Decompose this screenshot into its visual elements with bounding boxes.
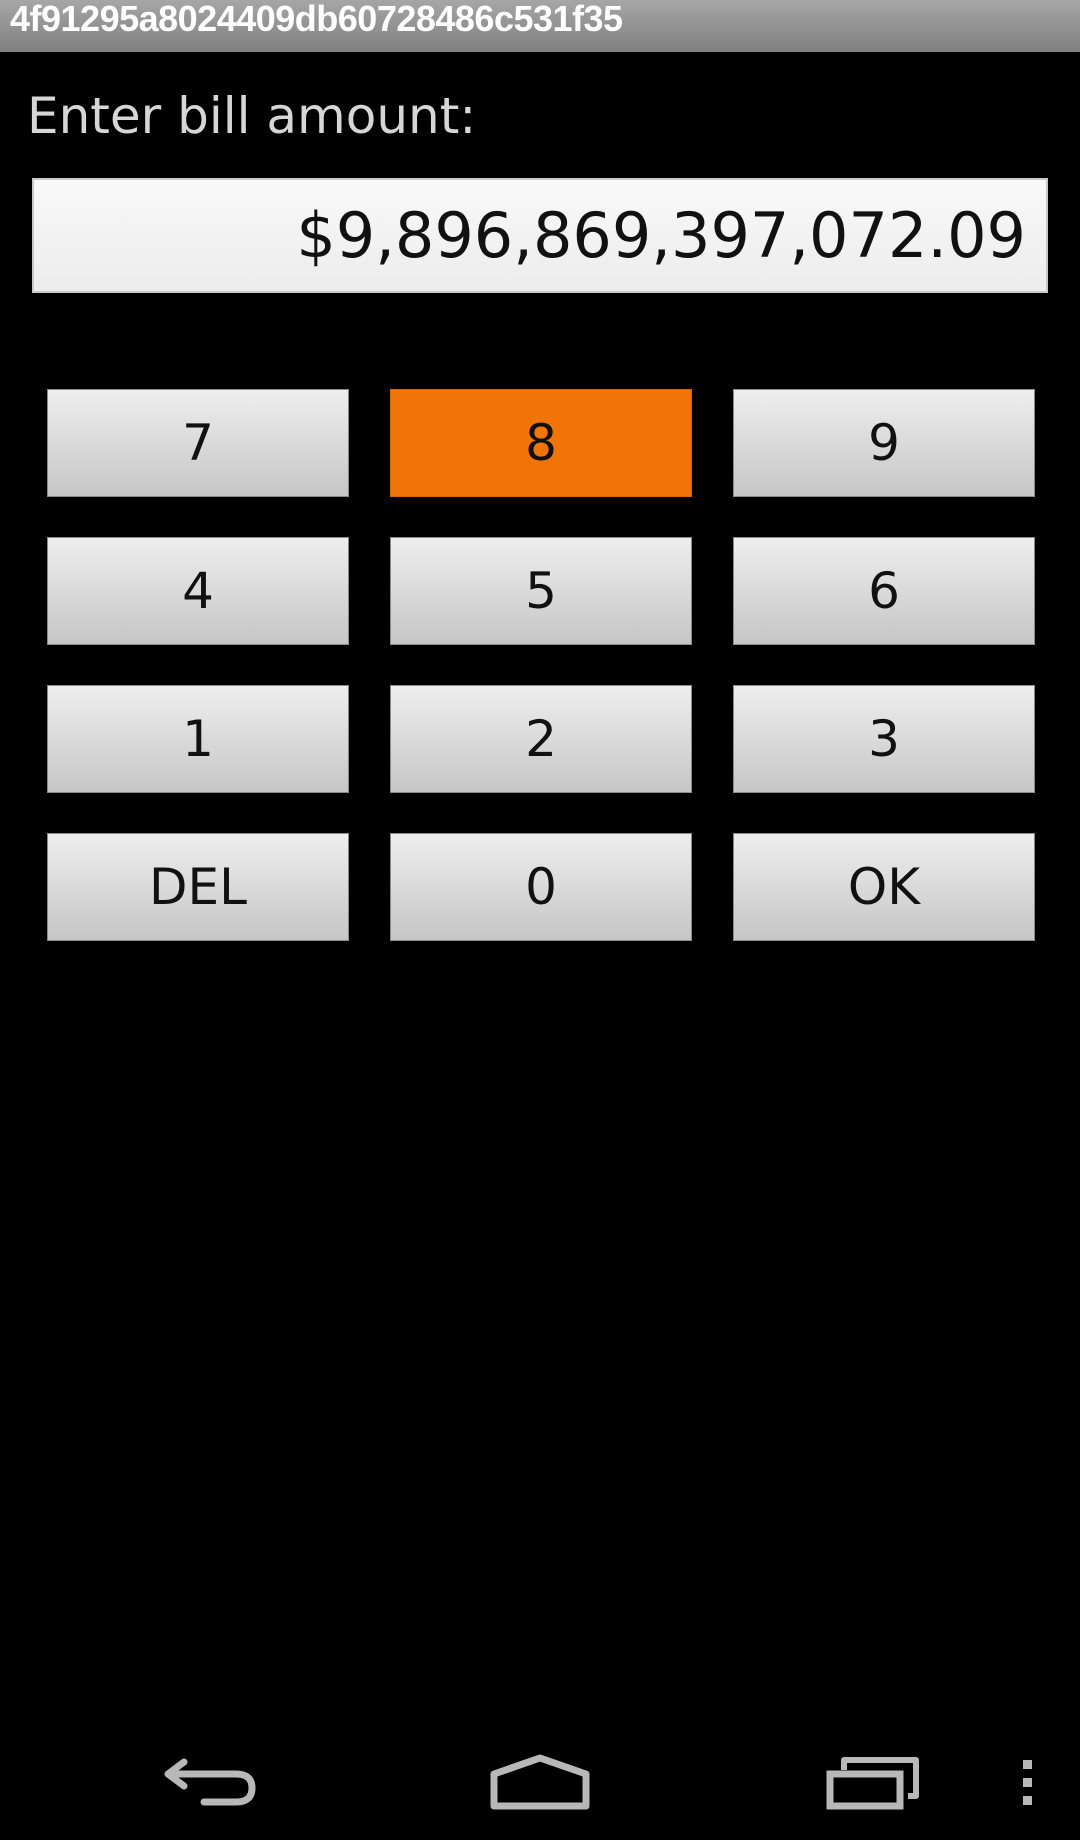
ok-button[interactable]: OK [733,833,1035,941]
key-1[interactable]: 1 [47,685,349,793]
key-0[interactable]: 0 [390,833,692,941]
key-2[interactable]: 2 [390,685,692,793]
key-7[interactable]: 7 [47,389,349,497]
window-title: 4f91295a8024409db60728486c531f35 [10,0,623,39]
key-5[interactable]: 5 [390,537,692,645]
window-title-bar: 4f91295a8024409db60728486c531f35 [0,0,1080,52]
bill-amount-label: Enter bill amount: [27,87,477,145]
overflow-menu-icon[interactable] [1016,1758,1040,1808]
home-icon[interactable] [488,1752,592,1812]
bill-amount-field[interactable]: $9,896,869,397,072.09 [32,178,1048,293]
delete-button[interactable]: DEL [47,833,349,941]
key-8[interactable]: 8 [390,389,692,497]
key-9[interactable]: 9 [733,389,1035,497]
back-icon[interactable] [160,1752,260,1812]
key-6[interactable]: 6 [733,537,1035,645]
key-3[interactable]: 3 [733,685,1035,793]
recent-apps-icon[interactable] [824,1752,928,1812]
key-4[interactable]: 4 [47,537,349,645]
